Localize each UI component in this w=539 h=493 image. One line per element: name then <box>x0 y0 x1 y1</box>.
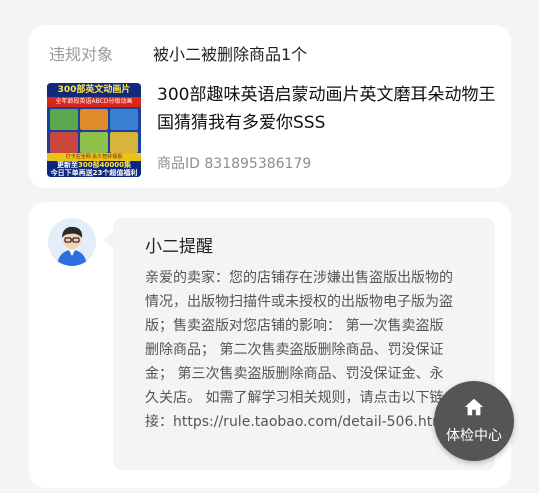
notice-title: 小二提醒 <box>145 237 213 257</box>
product-id-value: 831895386179 <box>204 156 312 172</box>
violation-label: 违规对象 <box>49 45 114 64</box>
health-check-fab[interactable]: 体检中心 <box>434 381 514 461</box>
thumbnail-image-grid <box>50 109 138 153</box>
avatar-icon <box>48 218 96 266</box>
health-check-label: 体检中心 <box>446 428 502 444</box>
product-id: 商品ID 831895386179 <box>157 153 311 173</box>
thumbnail-bottom-line2: 今日下单再送23个超值福利 <box>50 169 138 177</box>
product-id-label: 商品ID <box>157 156 200 172</box>
notice-card: 小二提醒 亲爱的卖家：您的店铺存在涉嫌出售盗版出版物的情况，出版物扫描件或未授权… <box>29 202 511 488</box>
thumbnail-top-text: 300部英文动画片 <box>47 83 141 97</box>
violation-card: 违规对象 被小二被删除商品1个 300部英文动画片 全年龄段英语ABCD分级动画… <box>29 25 511 188</box>
thumbnail-bottom-text: 更新至300部40000集 今日下单再送23个超值福利 <box>47 161 141 177</box>
thumbnail-bottom-line1b: 300部40000集 <box>78 161 131 169</box>
notice-body[interactable]: 亲爱的卖家：您的店铺存在涉嫌出售盗版出版物的情况，出版物扫描件或未授权的出版物电… <box>145 266 455 434</box>
thumbnail-bottom-line1a: 更新至 <box>57 161 79 169</box>
thumbnail-sub-text: 全年龄段英语ABCD分级动画 <box>47 97 141 107</box>
thumbnail-strip-text: 打卡在全网 永久管好观看 <box>47 153 141 161</box>
product-title[interactable]: 300部趣味英语启蒙动画片英文磨耳朵动物王国猜猜我有多爱你SSS <box>157 81 502 137</box>
violation-value: 被小二被删除商品1个 <box>153 45 308 64</box>
home-icon <box>464 398 484 416</box>
product-thumbnail[interactable]: 300部英文动画片 全年龄段英语ABCD分级动画 打卡在全网 永久管好观看 更新… <box>47 83 141 177</box>
